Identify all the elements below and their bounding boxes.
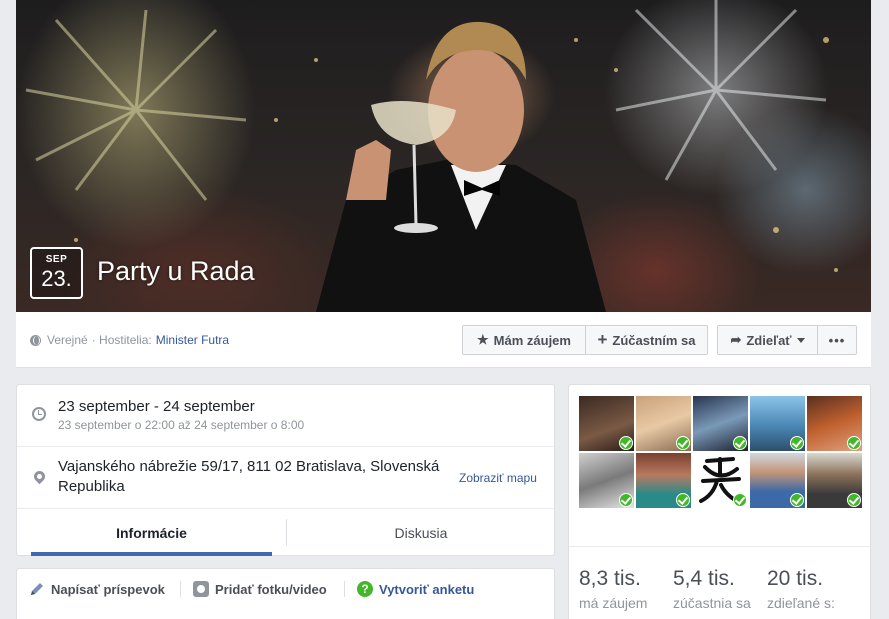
event-location-row: Vajanského nábrežie 59/17, 811 02 Bratis… [17,447,554,509]
event-action-bar: Verejné · Hostitelia: Minister Futra ★ M… [16,312,871,368]
post-composer: Napísať príspevok Pridať fotku/video ? V… [16,568,555,619]
create-poll-label: Vytvoriť anketu [379,581,475,597]
hosted-by-label: · Hostitelia: [91,333,152,347]
event-time-range: 23 september o 22:00 až 24 september o 8… [58,418,305,432]
event-date-range: 23 september - 24 september [58,398,255,415]
guest-avatar[interactable] [693,453,748,508]
guests-card: 8,3 tis. má záujem 5,4 tis. zúčastnia sa… [568,384,871,619]
event-address: Vajanského nábrežie 59/17, 811 02 Bratis… [58,458,440,495]
stat-shared-label: zdieľané s: [767,595,835,611]
check-icon [847,493,861,507]
guest-avatar[interactable] [579,453,634,508]
privacy-label: Verejné [47,333,88,347]
event-date-row: 23 september - 24 september 23 september… [17,385,554,447]
check-icon [790,493,804,507]
interested-button[interactable]: ★ Mám záujem [462,325,586,355]
guest-avatar[interactable] [579,396,634,451]
guest-avatar[interactable] [807,453,862,508]
plus-icon: + [597,330,608,349]
caret-down-icon [796,337,805,343]
stat-shared[interactable]: 20 tis. zdieľané s: [767,567,835,611]
stat-going-count: 5,4 tis. [673,567,735,590]
event-privacy: Verejné · Hostitelia: Minister Futra [30,333,229,347]
guest-avatar[interactable] [636,453,691,508]
clock-icon [32,407,46,421]
guest-avatar[interactable] [636,396,691,451]
tab-information[interactable]: Informácie [31,509,272,556]
event-date-badge: SEP 23. [30,247,83,299]
date-month: SEP [45,254,68,265]
stat-interested-count: 8,3 tis. [579,567,641,590]
event-info-card: 23 september - 24 september 23 september… [16,384,555,556]
interested-label: Mám záujem [493,332,571,348]
stat-interested[interactable]: 8,3 tis. má záujem [579,567,647,611]
guest-avatar[interactable] [693,396,748,451]
date-day: 23. [41,266,72,291]
star-icon: ★ [477,332,489,347]
share-label: Zdieľať [746,332,792,348]
poll-icon: ? [357,581,373,597]
guests-divider [569,546,870,547]
show-map-link[interactable]: Zobraziť mapu [459,471,537,485]
event-cover-photo[interactable]: SEP 23. Party u Rada [16,0,871,312]
check-icon [847,436,861,450]
check-icon [619,493,633,507]
camera-icon [193,581,209,597]
check-icon [790,436,804,450]
host-link[interactable]: Minister Futra [156,333,229,347]
going-button[interactable]: + Zúčastním sa [585,325,708,355]
check-icon [733,493,747,507]
share-button[interactable]: ➦ Zdieľať [717,325,818,355]
stat-interested-label: má záujem [579,595,648,611]
event-tabs: Informácie Diskusia [17,509,554,556]
more-options-button[interactable]: ••• [817,325,857,355]
check-icon [676,436,690,450]
write-post-label: Napísať príspevok [51,581,165,597]
guest-avatar[interactable] [750,396,805,451]
composer-divider [344,581,345,597]
check-icon [619,436,633,450]
check-icon [733,436,747,450]
share-arrow-icon: ➦ [730,332,742,347]
stat-going[interactable]: 5,4 tis. zúčastnia sa [673,567,751,611]
guest-avatar[interactable] [750,453,805,508]
stat-shared-count: 20 tis. [767,567,824,590]
create-poll-button[interactable]: ? Vytvoriť anketu [357,580,474,598]
stat-going-label: zúčastnia sa [673,595,751,611]
map-pin-icon [31,468,48,485]
add-photo-label: Pridať fotku/video [215,581,327,597]
pencil-icon [31,583,43,595]
tab-discussion[interactable]: Diskusia [287,509,555,556]
composer-divider [180,581,181,597]
add-photo-video-button[interactable]: Pridať fotku/video [193,580,327,598]
guest-avatar[interactable] [807,396,862,451]
write-post-button[interactable]: Napísať príspevok [29,580,165,598]
event-title: Party u Rada [97,256,255,286]
check-icon [676,493,690,507]
globe-icon [30,334,41,346]
going-label: Zúčastním sa [612,332,696,348]
